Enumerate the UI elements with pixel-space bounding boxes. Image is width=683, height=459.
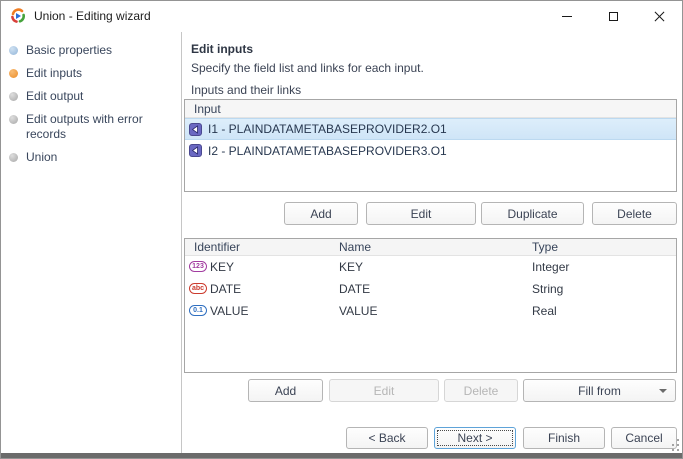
step-done-bullet-icon (9, 46, 18, 55)
step-edit-outputs-with-error-records[interactable]: Edit outputs with error records (9, 108, 177, 146)
input-item-label: I2 - PLAINDATAMETABASEPROVIDER3.O1 (208, 143, 447, 158)
window-title: Union - Editing wizard (34, 9, 151, 23)
resize-grip[interactable] (667, 439, 679, 451)
input-list-item-i2[interactable]: I2 - PLAINDATAMETABASEPROVIDER3.O1 (185, 140, 676, 161)
maximize-button[interactable] (590, 1, 636, 31)
step-edit-output[interactable]: Edit output (9, 85, 177, 108)
inputs-list-label: Inputs and their links (191, 83, 302, 97)
wizard-window: Union - Editing wizard Basic properties … (0, 0, 683, 459)
back-button[interactable]: < Back (346, 427, 428, 449)
maximize-icon (608, 11, 618, 21)
step-label: Basic properties (26, 43, 113, 57)
input-list-item-i1[interactable]: I1 - PLAINDATAMETABASEPROVIDER2.O1 (185, 118, 676, 140)
step-current-bullet-icon (9, 69, 18, 78)
field-name: VALUE (339, 304, 378, 318)
step-label: Edit inputs (26, 66, 83, 80)
add-field-button[interactable]: Add (248, 379, 323, 402)
close-icon (654, 11, 665, 22)
input-port-icon (189, 144, 202, 157)
minimize-button[interactable] (544, 1, 590, 31)
table-row-value[interactable]: 0.1 VALUE VALUE Real (185, 300, 676, 322)
title-bar[interactable]: Union - Editing wizard (1, 1, 682, 31)
step-union[interactable]: Union (9, 146, 177, 169)
page-description: Specify the field list and links for eac… (191, 61, 424, 75)
string-field-icon: abc (189, 283, 207, 294)
field-name: KEY (339, 260, 364, 274)
add-input-button[interactable]: Add (284, 202, 358, 225)
fields-table-header: Identifier Name Type (185, 239, 676, 256)
close-button[interactable] (636, 1, 682, 31)
real-field-icon: 0.1 (189, 305, 207, 316)
field-type: String (532, 282, 564, 296)
app-logo-icon (11, 8, 25, 23)
step-basic-properties[interactable]: Basic properties (9, 39, 177, 62)
delete-field-button[interactable]: Delete (444, 379, 518, 402)
input-item-label: I1 - PLAINDATAMETABASEPROVIDER2.O1 (208, 122, 447, 136)
field-identifier: VALUE (210, 304, 249, 318)
step-label: Edit outputs with error records (26, 112, 143, 141)
step-label: Union (26, 150, 58, 164)
fields-table: Identifier Name Type 123 KEY KEY Integer… (184, 238, 677, 373)
step-label: Edit output (26, 89, 84, 103)
table-row-date[interactable]: abc DATE DATE String (185, 278, 676, 300)
window-bottom-edge (1, 453, 682, 458)
step-todo-bullet-icon (9, 115, 18, 124)
next-button[interactable]: Next > (434, 427, 516, 449)
step-edit-inputs[interactable]: Edit inputs (9, 62, 177, 85)
edit-input-button[interactable]: Edit (366, 202, 476, 225)
field-identifier: KEY (210, 260, 235, 274)
column-header-identifier: Identifier (194, 240, 241, 254)
minimize-icon (562, 15, 572, 17)
step-todo-bullet-icon (9, 153, 18, 162)
page-title: Edit inputs (191, 42, 253, 56)
chevron-down-icon (659, 389, 667, 393)
finish-button[interactable]: Finish (523, 427, 605, 449)
table-row-key[interactable]: 123 KEY KEY Integer (185, 256, 676, 278)
duplicate-input-button[interactable]: Duplicate (481, 202, 584, 225)
column-header-name: Name (339, 240, 372, 254)
integer-field-icon: 123 (189, 261, 207, 272)
field-type: Real (532, 304, 557, 318)
column-header-type: Type (532, 240, 559, 254)
inputs-list: Input I1 - PLAINDATAMETABASEPROVIDER2.O1… (184, 99, 677, 192)
edit-field-button[interactable]: Edit (329, 379, 439, 402)
input-port-icon (189, 122, 202, 136)
field-type: Integer (532, 260, 570, 274)
delete-input-button[interactable]: Delete (592, 202, 677, 225)
fill-from-dropdown-button[interactable]: Fill from (523, 379, 676, 402)
fill-from-label: Fill from (578, 383, 621, 398)
field-name: DATE (339, 282, 371, 296)
wizard-steps-sidebar: Basic properties Edit inputs Edit output… (1, 32, 182, 453)
step-todo-bullet-icon (9, 92, 18, 101)
field-identifier: DATE (210, 282, 242, 296)
inputs-list-column-header: Input (185, 100, 676, 118)
